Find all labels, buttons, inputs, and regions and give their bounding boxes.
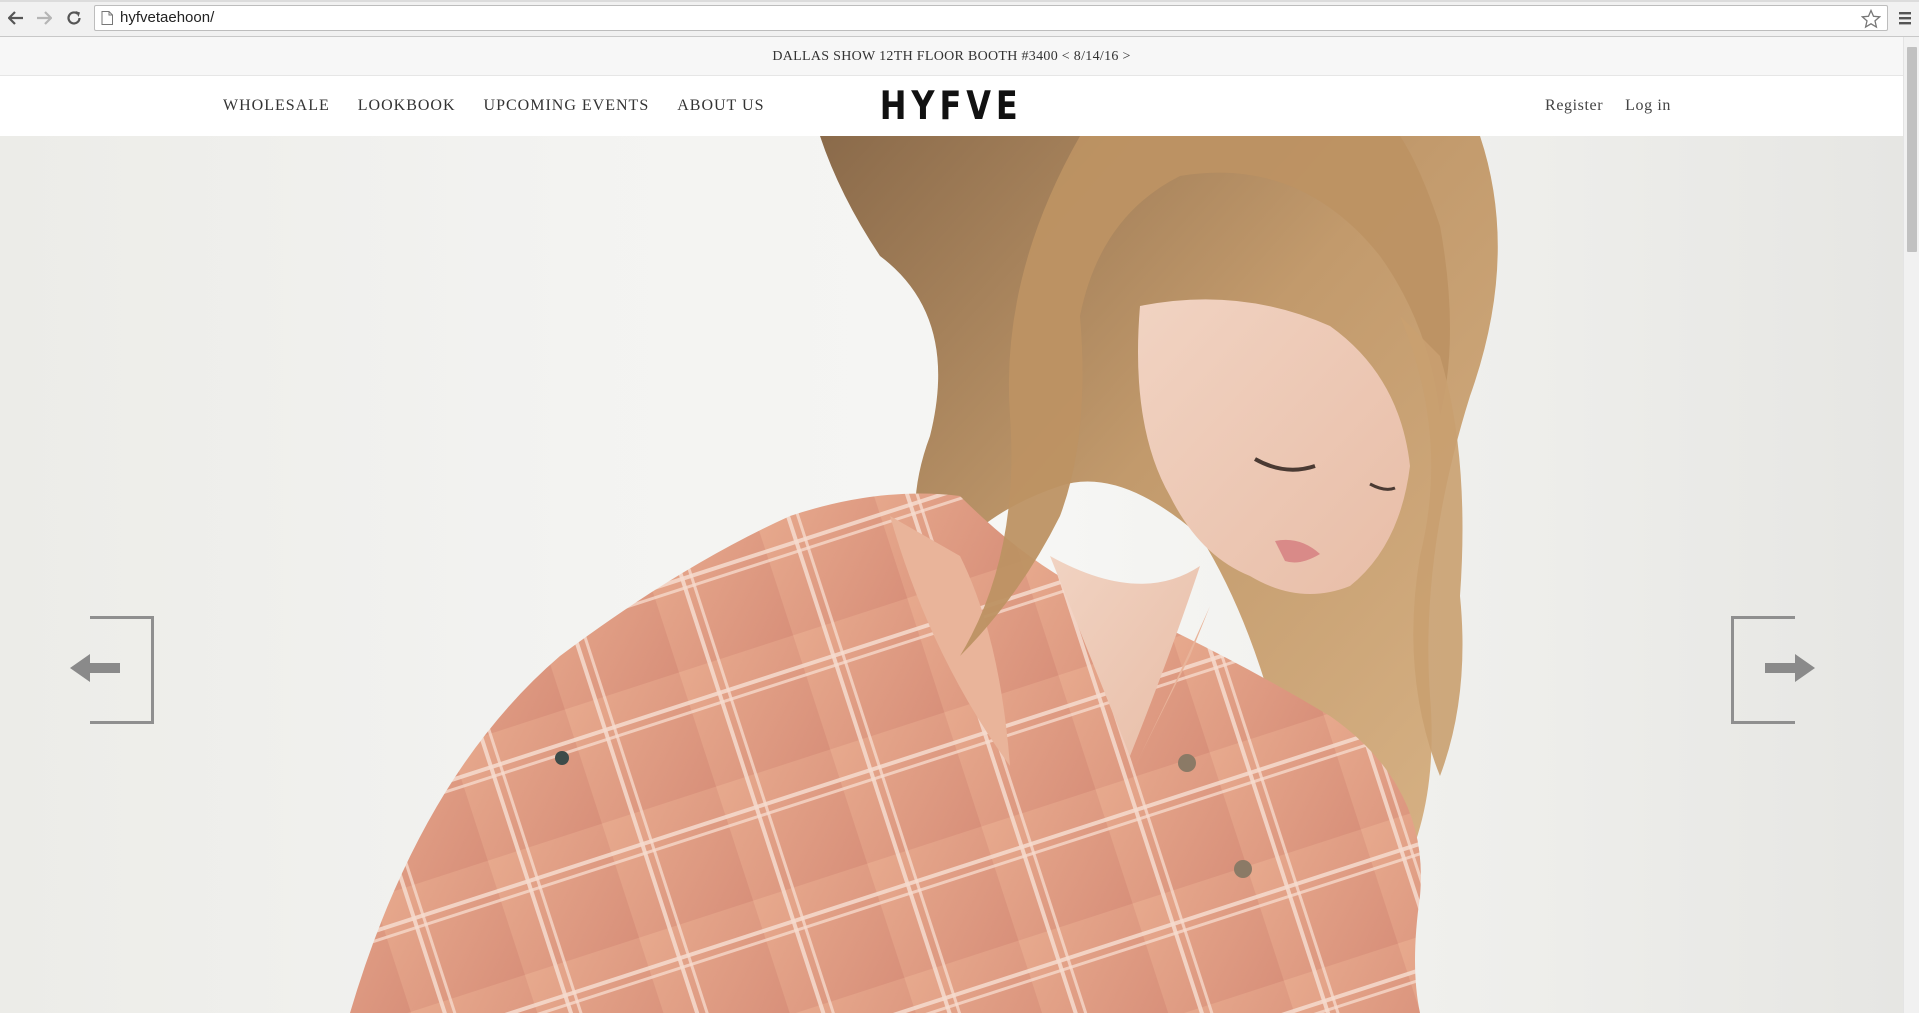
- announcement-text: DALLAS SHOW 12TH FLOOR BOOTH #3400 < 8/1…: [772, 49, 1131, 64]
- browser-toolbar: hyfvetaehoon/: [0, 0, 1919, 37]
- nav-lookbook[interactable]: LOOKBOOK: [358, 97, 456, 115]
- prev-slide-button[interactable]: [68, 616, 154, 724]
- right-arrow-icon: [1731, 616, 1815, 724]
- address-bar[interactable]: hyfvetaehoon/: [94, 5, 1888, 31]
- page-icon: [101, 11, 113, 25]
- left-arrow-icon: [70, 616, 154, 724]
- site-header: WHOLESALE LOOKBOOK UPCOMING EVENTS ABOUT…: [0, 76, 1903, 136]
- forward-arrow-icon[interactable]: [34, 8, 54, 28]
- site-logo[interactable]: HYFVE: [880, 84, 1023, 129]
- register-link[interactable]: Register: [1545, 97, 1603, 115]
- url-text[interactable]: hyfvetaehoon/: [120, 9, 214, 26]
- hamburger-menu-icon[interactable]: [1897, 9, 1913, 27]
- scrollbar-thumb[interactable]: [1907, 47, 1917, 252]
- announcement-bar: DALLAS SHOW 12TH FLOOR BOOTH #3400 < 8/1…: [0, 37, 1903, 76]
- main-nav: WHOLESALE LOOKBOOK UPCOMING EVENTS ABOUT…: [223, 76, 793, 136]
- nav-wholesale[interactable]: WHOLESALE: [223, 97, 330, 115]
- nav-about-us[interactable]: ABOUT US: [677, 97, 764, 115]
- page-viewport: DALLAS SHOW 12TH FLOOR BOOTH #3400 < 8/1…: [0, 37, 1903, 1013]
- tab-strip-edge: [0, 0, 1919, 2]
- back-arrow-icon[interactable]: [6, 8, 26, 28]
- reload-icon[interactable]: [64, 8, 84, 28]
- hero-slideshow: [0, 136, 1903, 1013]
- hero-photo: [350, 136, 1498, 1013]
- star-icon[interactable]: [1860, 8, 1882, 29]
- account-nav: Register Log in: [1523, 76, 1671, 136]
- next-slide-button[interactable]: [1731, 616, 1817, 724]
- nav-upcoming-events[interactable]: UPCOMING EVENTS: [484, 97, 650, 115]
- page-scrollbar[interactable]: [1903, 37, 1919, 1013]
- login-link[interactable]: Log in: [1625, 97, 1671, 115]
